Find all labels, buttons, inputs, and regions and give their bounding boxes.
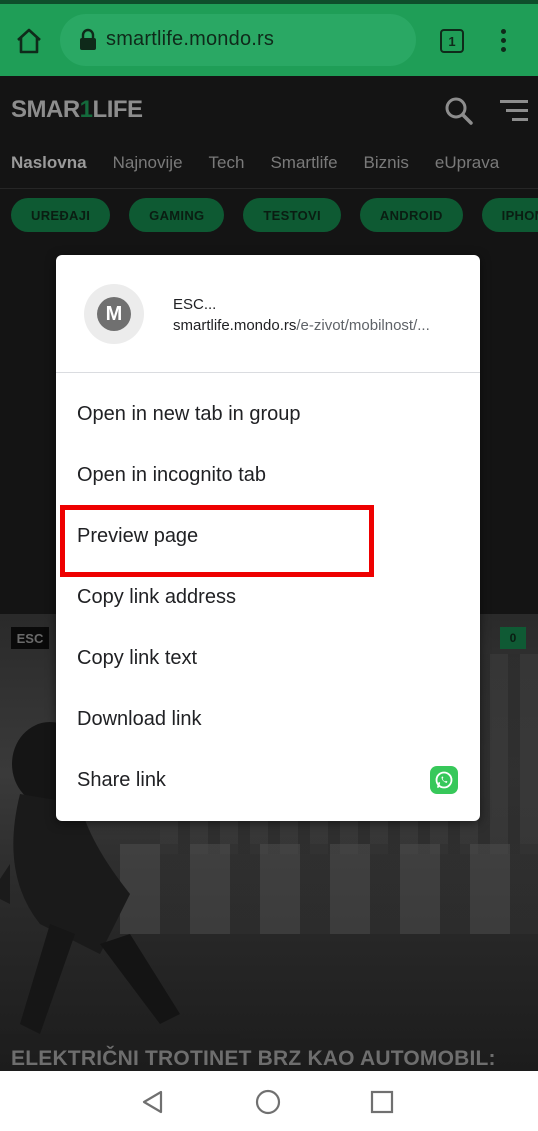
site-logo[interactable]: SMAR1LIFE bbox=[11, 96, 143, 124]
nav-item[interactable]: Najnovije bbox=[113, 153, 183, 173]
nav-item[interactable]: Tech bbox=[209, 153, 245, 173]
tab-count: 1 bbox=[448, 33, 456, 49]
highlight-box bbox=[60, 505, 374, 577]
menu-item-download-link[interactable]: Download link bbox=[56, 689, 480, 750]
hamburger-menu-icon[interactable] bbox=[500, 100, 528, 122]
category-chip[interactable]: GAMING bbox=[129, 198, 225, 232]
overflow-menu-icon[interactable] bbox=[496, 29, 510, 55]
system-navigation-bar bbox=[0, 1071, 538, 1131]
recents-icon[interactable] bbox=[368, 1088, 396, 1116]
url-text[interactable]: smartlife.mondo.rs bbox=[106, 28, 274, 51]
home-circle-icon[interactable] bbox=[254, 1088, 282, 1116]
whatsapp-icon[interactable] bbox=[430, 766, 458, 794]
category-chips: UREĐAJI GAMING TESTOVI ANDROID IPHONE S bbox=[11, 198, 538, 232]
site-nav: Naslovna Najnovije Tech Smartlife Biznis… bbox=[11, 153, 525, 173]
divider bbox=[56, 372, 480, 373]
nav-item[interactable]: Smartlife bbox=[270, 153, 337, 173]
nav-item[interactable]: eUprava bbox=[435, 153, 499, 173]
search-icon[interactable] bbox=[444, 96, 474, 126]
menu-item-open-in-incognito-tab[interactable]: Open in incognito tab bbox=[56, 445, 480, 506]
context-menu-header: M ESC... smartlife.mondo.rs/e-zivot/mobi… bbox=[56, 255, 480, 372]
category-chip[interactable]: TESTOVI bbox=[243, 198, 341, 232]
menu-item-open-in-new-tab-in-group[interactable]: Open in new tab in group bbox=[56, 384, 480, 445]
link-title: ESC... bbox=[173, 296, 217, 313]
menu-item-copy-link-text[interactable]: Copy link text bbox=[56, 628, 480, 689]
category-chip[interactable]: UREĐAJI bbox=[11, 198, 111, 232]
category-chip[interactable]: ANDROID bbox=[359, 198, 463, 232]
favicon-letter: M bbox=[97, 297, 131, 331]
nav-item[interactable]: Naslovna bbox=[11, 153, 87, 173]
menu-item-label: Share link bbox=[77, 769, 166, 791]
site-favicon: M bbox=[84, 284, 144, 344]
link-url: smartlife.mondo.rs/e-zivot/mobilnost/... bbox=[173, 317, 430, 334]
tab-switcher-icon[interactable]: 1 bbox=[440, 29, 464, 53]
category-chip[interactable]: IPHONE bbox=[481, 198, 538, 232]
divider bbox=[0, 188, 538, 189]
article-tag[interactable]: ESC bbox=[11, 627, 49, 649]
nav-item[interactable]: Biznis bbox=[364, 153, 409, 173]
home-icon[interactable] bbox=[12, 24, 46, 58]
article-headline[interactable]: ELEKTRIČNI TROTINET BRZ KAO AUTOMOBIL: bbox=[11, 1047, 496, 1071]
back-icon[interactable] bbox=[139, 1088, 167, 1116]
menu-item-share-link[interactable]: Share link bbox=[56, 750, 480, 811]
browser-toolbar: smartlife.mondo.rs 1 bbox=[0, 4, 538, 76]
lock-icon bbox=[80, 28, 96, 50]
comment-count-badge[interactable]: 0 bbox=[500, 627, 526, 649]
